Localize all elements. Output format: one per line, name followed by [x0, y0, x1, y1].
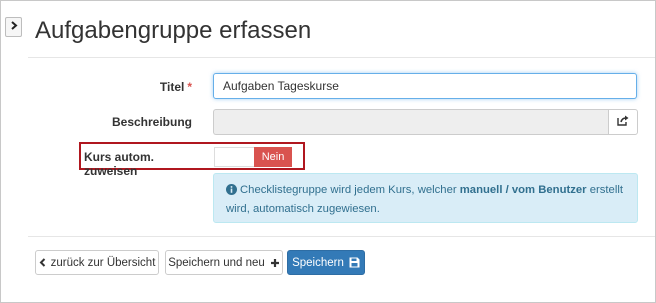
share-icon: [617, 113, 629, 131]
page-title: Aufgabengruppe erfassen: [35, 17, 312, 44]
back-button-label: zurück zur Übersicht: [50, 256, 156, 269]
required-marker: *: [187, 80, 192, 94]
footer-divider: [28, 236, 655, 237]
toggle-nein-button[interactable]: Nein: [254, 147, 292, 167]
beschreibung-edit-button[interactable]: [608, 109, 638, 135]
beschreibung-label: Beschreibung: [111, 115, 192, 129]
back-to-overview-button[interactable]: zurück zur Übersicht: [35, 250, 159, 275]
save-and-new-label: Speichern und neu: [168, 256, 265, 269]
plus-icon: [270, 258, 280, 268]
titel-label-text: Titel: [159, 80, 185, 94]
kurs-zuweisen-label: Kurs autom. zuweisen: [84, 150, 155, 178]
floppy-disk-icon: [349, 257, 360, 268]
beschreibung-input[interactable]: [213, 109, 609, 135]
titel-label: Titel *: [120, 80, 192, 94]
chevron-left-icon: [39, 258, 46, 267]
save-button-label: Speichern: [292, 256, 344, 269]
chevron-right-icon: [10, 21, 18, 33]
save-button[interactable]: Speichern: [287, 250, 365, 275]
title-divider: [28, 57, 655, 58]
expand-button[interactable]: [5, 17, 22, 37]
info-alert: Checklistegruppe wird jedem Kurs, welche…: [213, 173, 638, 223]
info-text-bold: manuell / vom Benutzer: [459, 184, 587, 196]
toggle-off-segment[interactable]: [214, 147, 254, 167]
titel-input[interactable]: [213, 73, 637, 99]
save-and-new-button[interactable]: Speichern und neu: [165, 250, 283, 275]
info-circle-icon: [226, 184, 237, 201]
info-text-start: Checklistegruppe wird jedem Kurs, welche…: [240, 184, 460, 196]
